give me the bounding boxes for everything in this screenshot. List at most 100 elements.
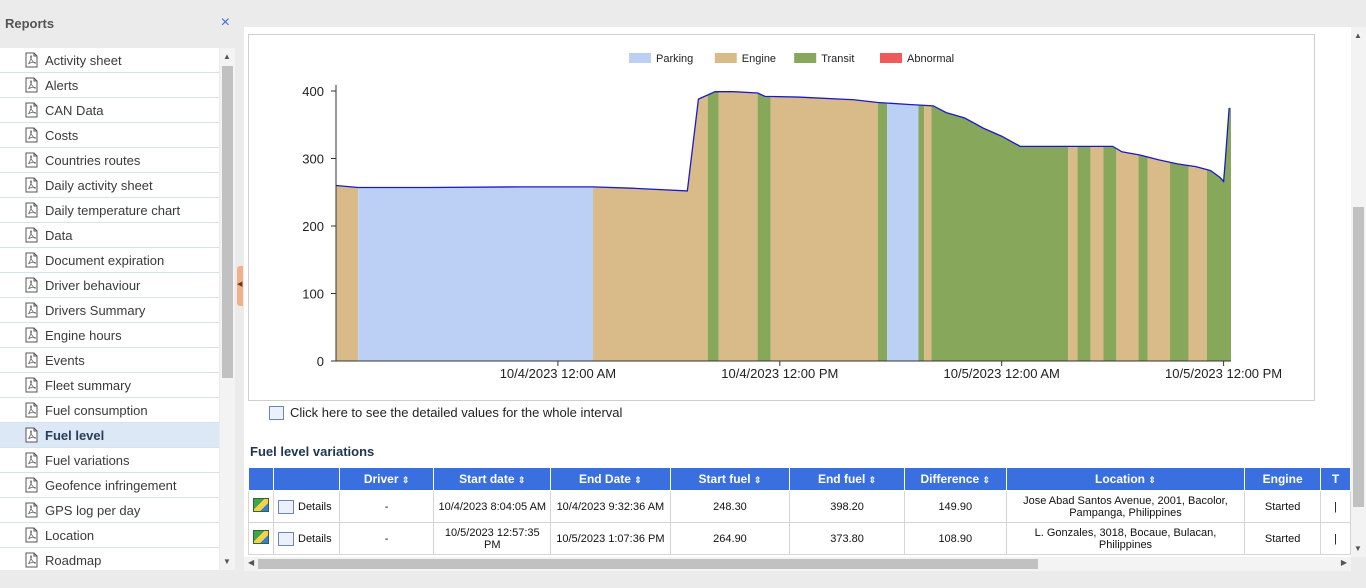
details-link[interactable]: Details: [298, 500, 332, 512]
sidebar-item[interactable]: Fuel variations: [0, 448, 219, 473]
sidebar-title: Reports: [5, 15, 55, 31]
details-link[interactable]: Details: [298, 532, 332, 544]
sidebar-item[interactable]: Events: [0, 348, 219, 373]
sidebar-item[interactable]: Drivers Summary: [0, 298, 219, 323]
header-start-fuel[interactable]: Start fuel ⇕: [669, 467, 791, 491]
header-end-fuel[interactable]: End fuel ⇕: [789, 467, 905, 491]
map-icon[interactable]: [253, 498, 269, 512]
start-fuel-cell: 264.90: [669, 522, 791, 555]
sidebar-item[interactable]: CAN Data: [0, 98, 219, 123]
state-segment-transit: [1138, 154, 1148, 361]
sidebar-item-label: Data: [45, 227, 73, 243]
map-cell[interactable]: [248, 490, 274, 523]
sidebar-item-label: Events: [45, 352, 85, 368]
start-date-cell: 10/4/2023 8:04:05 AM: [433, 490, 552, 523]
end-fuel-cell: 373.80: [789, 522, 905, 555]
pdf-file-icon: [25, 77, 38, 93]
engine-cell: Started: [1244, 490, 1322, 523]
sort-icon: ⇕: [868, 475, 877, 485]
sidebar-item[interactable]: Document expiration: [0, 248, 219, 273]
state-segment-engine: [1116, 148, 1139, 361]
pdf-file-icon: [25, 452, 38, 468]
sidebar-item[interactable]: Fleet summary: [0, 373, 219, 398]
scrollbar-thumb[interactable]: [1353, 207, 1364, 507]
state-segment-engine: [336, 185, 359, 361]
scroll-left-icon[interactable]: ◀: [248, 558, 254, 567]
sidebar-item[interactable]: Daily temperature chart: [0, 198, 219, 223]
state-segment-transit: [1077, 146, 1091, 361]
x-tick-label: 10/5/2023 12:00 PM: [1165, 366, 1282, 381]
legend-swatch-transit: [794, 53, 817, 63]
sidebar-item[interactable]: Daily activity sheet: [0, 173, 219, 198]
sidebar-item[interactable]: Alerts: [0, 73, 219, 98]
sidebar-item-label: CAN Data: [45, 102, 104, 118]
sidebar-item[interactable]: Geofence infringement: [0, 473, 219, 498]
header-location[interactable]: Location ⇕: [1005, 467, 1246, 491]
sidebar-item[interactable]: Location: [0, 523, 219, 548]
pdf-file-icon: [25, 52, 38, 68]
y-tick-label: 100: [302, 287, 324, 302]
sidebar-item[interactable]: Fuel consumption: [0, 398, 219, 423]
y-tick-label: 200: [302, 219, 324, 234]
collapse-sidebar-handle[interactable]: ◀: [237, 266, 243, 306]
sidebar-item[interactable]: Roadmap: [0, 548, 219, 570]
state-segment-parking: [358, 186, 594, 361]
sidebar-item-label: Fuel consumption: [45, 402, 148, 418]
start-date-cell: 10/5/2023 12:57:35 PM: [433, 522, 552, 555]
horizontal-scrollbar[interactable]: ◀ ▶: [244, 557, 1351, 571]
sidebar-item[interactable]: Fuel level: [0, 423, 219, 448]
detailed-values-link[interactable]: Click here to see the detailed values fo…: [269, 405, 622, 420]
header-end-date[interactable]: End Date ⇕: [550, 467, 671, 491]
scroll-down-icon[interactable]: ▼: [1354, 544, 1362, 553]
scroll-right-icon[interactable]: ▶: [1341, 558, 1347, 567]
chart-svg: 0 100 200 300 400 10/4/2023 12:00 AM 10/4/2023…: [302, 53, 1282, 381]
details-cell[interactable]: Details: [273, 490, 340, 523]
state-segment-engine: [1188, 165, 1207, 361]
pdf-file-icon: [25, 402, 38, 418]
sidebar-item[interactable]: Countries routes: [0, 148, 219, 173]
scroll-up-icon[interactable]: ▲: [223, 52, 231, 61]
sidebar-item[interactable]: Activity sheet: [0, 48, 219, 73]
content-scrollbar[interactable]: ▲ ▼: [1351, 27, 1366, 557]
legend-label-engine: Engine: [742, 53, 776, 65]
sort-icon: ⇕: [982, 475, 991, 485]
header-engine[interactable]: Engine: [1244, 467, 1322, 491]
sidebar-scrollbar[interactable]: ▲ ▼: [220, 48, 235, 570]
chart-icon: [278, 531, 294, 546]
details-cell[interactable]: Details: [273, 522, 340, 555]
pdf-file-icon: [25, 527, 38, 543]
scrollbar-thumb[interactable]: [258, 559, 1038, 569]
header-driver[interactable]: Driver ⇕: [338, 467, 435, 491]
sidebar-item[interactable]: Engine hours: [0, 323, 219, 348]
close-icon[interactable]: ×: [221, 14, 230, 32]
scrollbar-thumb[interactable]: [222, 66, 233, 378]
pdf-file-icon: [25, 327, 38, 343]
header-difference[interactable]: Difference ⇕: [903, 467, 1007, 491]
table-row: Details -10/5/2023 12:57:35 PM 10/5/2023 1…: [248, 522, 1351, 555]
map-icon[interactable]: [253, 530, 269, 544]
header-start-date[interactable]: Start date ⇕: [433, 467, 552, 491]
sort-icon: ⇕: [634, 475, 642, 485]
scroll-down-icon[interactable]: ▼: [223, 557, 231, 566]
x-tick-label: 10/4/2023 12:00 AM: [500, 366, 616, 381]
pdf-file-icon: [25, 352, 38, 368]
pdf-file-icon: [25, 102, 38, 118]
pdf-file-icon: [25, 552, 38, 568]
scroll-up-icon[interactable]: ▲: [1354, 31, 1362, 40]
end-fuel-cell: 398.20: [789, 490, 905, 523]
chevron-left-icon: ◀: [237, 281, 243, 288]
chart-icon: [269, 405, 284, 420]
state-segment-transit: [1206, 107, 1231, 361]
sidebar-item-label: Driver behaviour: [45, 277, 141, 293]
end-date-cell: 10/4/2023 9:32:36 AM: [550, 490, 671, 523]
chart-icon: [278, 499, 294, 514]
sidebar-item[interactable]: Costs: [0, 123, 219, 148]
engine-cell: Started: [1244, 522, 1322, 555]
sidebar-item[interactable]: Data: [0, 223, 219, 248]
header-map: [248, 467, 274, 491]
pdf-file-icon: [25, 477, 38, 493]
sidebar-item[interactable]: Driver behaviour: [0, 273, 219, 298]
sidebar-item[interactable]: GPS log per day: [0, 498, 219, 523]
start-fuel-cell: 248.30: [669, 490, 791, 523]
map-cell[interactable]: [248, 522, 274, 555]
